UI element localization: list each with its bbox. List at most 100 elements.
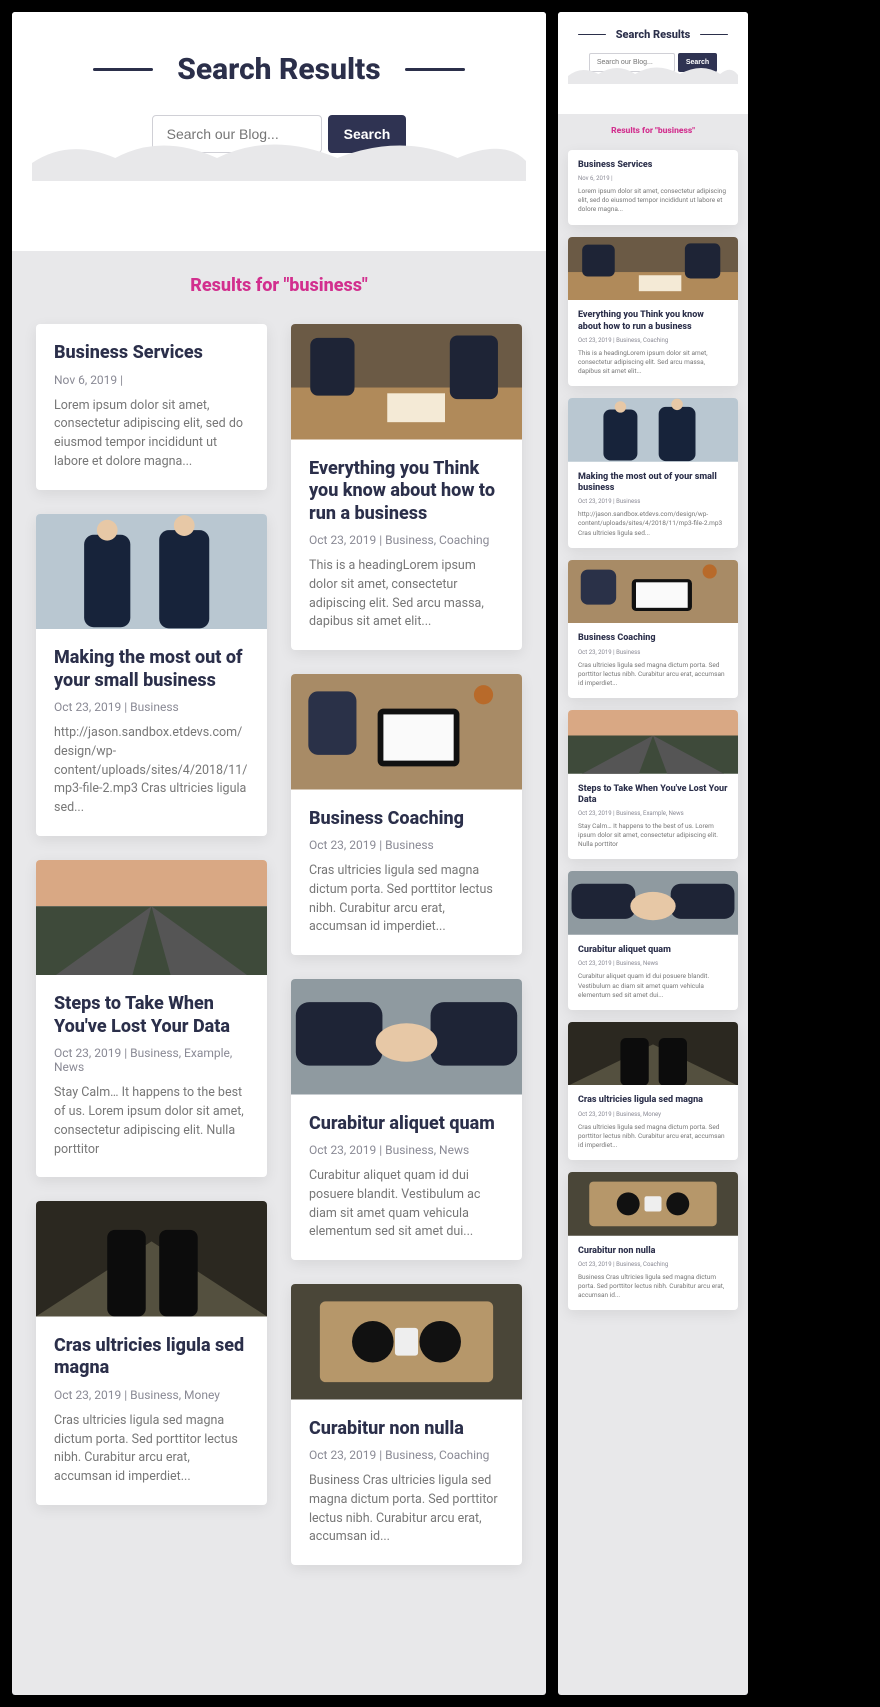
- result-card[interactable]: Business CoachingOct 23, 2019 | Business…: [291, 674, 522, 955]
- result-card[interactable]: Curabitur non nullaOct 23, 2019 | Busine…: [568, 1172, 738, 1310]
- post-categories[interactable]: Business, News: [616, 960, 658, 967]
- post-title[interactable]: Everything you Think you know about how …: [309, 458, 504, 526]
- card-body: Business ServicesNov 6, 2019 | Lorem ips…: [568, 150, 738, 225]
- post-meta: Oct 23, 2019 | Business, Example, News: [54, 1046, 249, 1074]
- post-title[interactable]: Curabitur non nulla: [578, 1246, 728, 1257]
- result-card[interactable]: Steps to Take When You've Lost Your Data…: [568, 710, 738, 860]
- card-body: Curabitur aliquet quamOct 23, 2019 | Bus…: [291, 1095, 522, 1261]
- post-date: Oct 23, 2019: [578, 498, 612, 505]
- post-categories[interactable]: Business, Money: [616, 1111, 661, 1118]
- post-title[interactable]: Steps to Take When You've Lost Your Data: [54, 993, 249, 1038]
- post-meta: Oct 23, 2019 | Business: [578, 498, 728, 505]
- post-thumbnail[interactable]: [568, 871, 738, 935]
- result-card[interactable]: Business Services Nov 6, 2019 | Lorem ips…: [36, 324, 267, 490]
- post-categories[interactable]: Business, Coaching: [385, 533, 489, 547]
- post-excerpt: Stay Calm… It happens to the best of us.…: [54, 1084, 249, 1159]
- post-date: Nov 6, 2019: [54, 373, 117, 387]
- post-title[interactable]: Steps to Take When You've Lost Your Data: [578, 784, 728, 807]
- post-excerpt: Cras ultricies ligula sed magna dictum p…: [54, 1412, 249, 1487]
- result-card[interactable]: Curabitur aliquet quamOct 23, 2019 | Bus…: [568, 871, 738, 1009]
- results-area: Results for "business" Business Services…: [12, 251, 546, 1605]
- post-meta: Oct 23, 2019 | Business, Coaching: [578, 337, 728, 344]
- post-categories[interactable]: Business, Coaching: [616, 337, 668, 344]
- post-title[interactable]: Business Services: [54, 342, 249, 365]
- post-date: Oct 23, 2019: [578, 810, 612, 817]
- page-title-row: Search Results: [32, 52, 526, 87]
- post-thumbnail[interactable]: [36, 860, 267, 976]
- post-excerpt: This is a headingLorem ipsum dolor sit a…: [578, 349, 728, 376]
- page-title-row: Search Results: [568, 28, 738, 41]
- results-heading: Results for "business": [568, 126, 738, 136]
- page-title: Search Results: [616, 28, 691, 41]
- post-excerpt: Business Cras ultricies ligula sed magna…: [309, 1472, 504, 1547]
- card-body: Curabitur aliquet quamOct 23, 2019 | Bus…: [568, 935, 738, 1010]
- post-thumbnail[interactable]: [291, 674, 522, 790]
- post-meta: Oct 23, 2019 | Business, Money: [54, 1388, 249, 1402]
- post-categories[interactable]: Business: [130, 700, 179, 714]
- post-title[interactable]: Everything you Think you know about how …: [578, 310, 728, 333]
- post-title[interactable]: Making the most out of your small busine…: [54, 647, 249, 692]
- post-thumbnail[interactable]: [36, 514, 267, 630]
- title-line-right: [700, 34, 728, 36]
- result-card[interactable]: Business Coaching Oct 23, 2019 | Business…: [568, 560, 738, 698]
- post-categories[interactable]: Business, Coaching: [385, 1448, 489, 1462]
- post-thumbnail[interactable]: [291, 324, 522, 440]
- results-grid: Business ServicesNov 6, 2019 | Lorem ips…: [568, 150, 738, 1310]
- result-card[interactable]: Making the most out of your small busine…: [36, 514, 267, 836]
- card-body: Making the most out of your small busine…: [568, 462, 738, 548]
- post-title[interactable]: Curabitur non nulla: [309, 1418, 504, 1441]
- result-card[interactable]: Curabitur non nulla Oct 23, 2019 | Busine…: [291, 1284, 522, 1565]
- results-area: Results for "business" Business Services…: [558, 114, 748, 1330]
- post-thumbnail[interactable]: [568, 1172, 738, 1236]
- post-excerpt: Stay Calm… It happens to the best of us.…: [578, 822, 728, 849]
- result-card[interactable]: Business ServicesNov 6, 2019 | Lorem ips…: [568, 150, 738, 225]
- card-body: Making the most out of your small busine…: [36, 629, 267, 836]
- post-thumbnail[interactable]: [568, 560, 738, 624]
- post-thumbnail[interactable]: [291, 1284, 522, 1400]
- post-meta: Oct 23, 2019 | Business: [578, 649, 728, 656]
- post-date: Oct 23, 2019: [309, 838, 376, 852]
- title-line-left: [93, 68, 153, 71]
- post-categories[interactable]: Business: [385, 838, 434, 852]
- post-categories[interactable]: Business: [616, 649, 640, 656]
- post-meta: Oct 23, 2019 | Business, Coaching: [309, 533, 504, 547]
- post-meta: Nov 6, 2019 |: [54, 373, 249, 387]
- result-card[interactable]: Cras ultricies ligula sed magnaOct 23, 2…: [568, 1022, 738, 1160]
- post-meta: Oct 23, 2019 | Business, Coaching: [309, 1448, 504, 1462]
- post-categories[interactable]: Business: [616, 498, 640, 505]
- result-card[interactable]: Curabitur aliquet quamOct 23, 2019 | Bus…: [291, 979, 522, 1260]
- card-body: Business CoachingOct 23, 2019 | Business…: [291, 790, 522, 956]
- result-card[interactable]: Steps to Take When You've Lost Your Data…: [36, 860, 267, 1178]
- post-title[interactable]: Curabitur aliquet quam: [578, 945, 728, 956]
- card-body: Business Services Nov 6, 2019 | Lorem ips…: [36, 324, 267, 490]
- card-body: Curabitur non nullaOct 23, 2019 | Busine…: [568, 1236, 738, 1311]
- post-date: Oct 23, 2019: [54, 1388, 121, 1402]
- result-card[interactable]: Everything you Think you know about how …: [291, 324, 522, 650]
- result-card[interactable]: Cras ultricies ligula sed magna Oct 23, 2…: [36, 1201, 267, 1505]
- post-categories[interactable]: Business, News: [385, 1143, 469, 1157]
- post-date: Nov 6, 2019: [578, 175, 610, 182]
- post-thumbnail[interactable]: [568, 710, 738, 774]
- post-thumbnail[interactable]: [568, 1022, 738, 1086]
- post-excerpt: Lorem ipsum dolor sit amet, consectetur …: [578, 187, 728, 214]
- post-title[interactable]: Business Coaching: [578, 633, 728, 644]
- result-card[interactable]: Everything you Think you know about how …: [568, 237, 738, 387]
- post-meta: Oct 23, 2019 | Business, Example, News: [578, 810, 728, 817]
- card-body: Everything you Think you know about how …: [291, 440, 522, 651]
- post-title[interactable]: Cras ultricies ligula sed magna: [54, 1335, 249, 1380]
- post-title[interactable]: Making the most out of your small busine…: [578, 472, 728, 495]
- post-thumbnail[interactable]: [36, 1201, 267, 1317]
- post-title[interactable]: Business Services: [578, 160, 728, 171]
- post-categories[interactable]: Business, Coaching: [616, 1261, 668, 1268]
- post-thumbnail[interactable]: [568, 398, 738, 462]
- post-title[interactable]: Curabitur aliquet quam: [309, 1113, 504, 1136]
- post-excerpt: Lorem ipsum dolor sit amet, consectetur …: [54, 397, 249, 472]
- post-categories[interactable]: Business, Money: [130, 1388, 220, 1402]
- post-title[interactable]: Cras ultricies ligula sed magna: [578, 1095, 728, 1106]
- header: Search Results Search: [12, 12, 546, 251]
- post-thumbnail[interactable]: [291, 979, 522, 1095]
- post-thumbnail[interactable]: [568, 237, 738, 301]
- post-categories[interactable]: Business, Example, News: [616, 810, 684, 817]
- post-title[interactable]: Business Coaching: [309, 808, 504, 831]
- result-card[interactable]: Making the most out of your small busine…: [568, 398, 738, 548]
